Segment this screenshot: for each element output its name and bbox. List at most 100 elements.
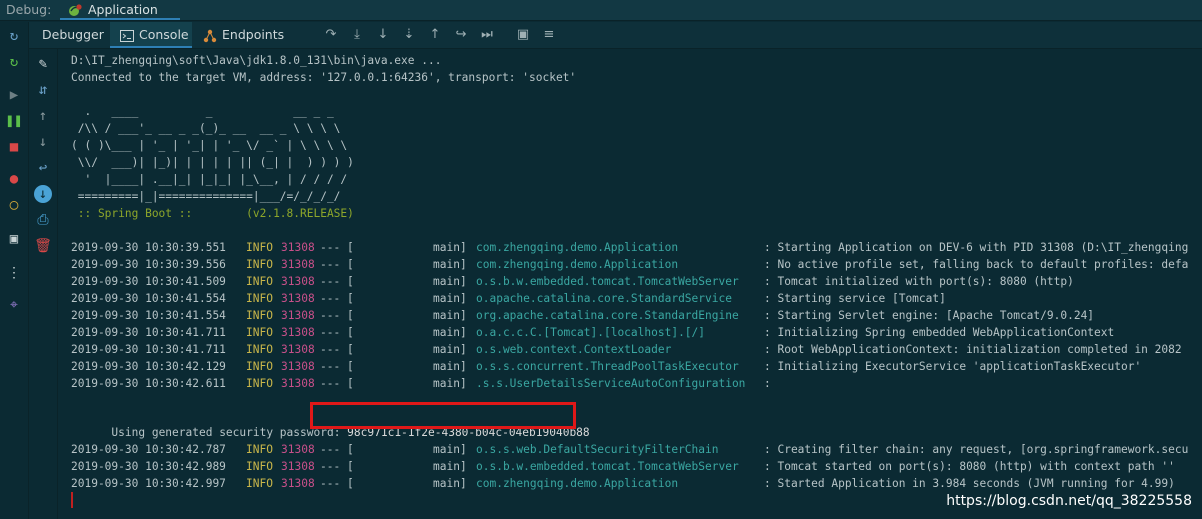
log-line: 2019-09-30 10:30:42.129 INFO 31308 --- [mai… (71, 358, 1201, 375)
log-separator: --- [ (320, 443, 354, 456)
view-breakpoints-icon[interactable]: ● (5, 170, 23, 188)
run-config-label: Application (88, 2, 158, 17)
tab-debugger-label: Debugger (42, 27, 104, 42)
connected-line: Connected to the target VM, address: '12… (71, 71, 577, 84)
tab-endpoints-label: Endpoints (222, 27, 285, 42)
log-level: INFO (246, 309, 273, 322)
log-line: 2019-09-30 10:30:39.551 INFO 31308 --- [mai… (71, 239, 1201, 256)
console-actions-gutter: ✎ ⇵ ↑ ↓ ↩ ↓ ⎙ 🗑 (29, 49, 58, 519)
trash-icon[interactable]: 🗑 (34, 237, 52, 255)
log-separator: --- [ (320, 292, 354, 305)
log-thread: main] (433, 258, 467, 271)
more-options-icon[interactable]: ⋮ (5, 264, 23, 282)
log-logger[interactable]: o.s.web.context.ContextLoader (476, 341, 671, 358)
log-logger[interactable]: org.apache.catalina.core.StandardEngine (476, 307, 739, 324)
banner-line: ( ( )\___ | '_ | '_| | '_ \/ _` | \ \ \ … (71, 139, 348, 152)
log-separator: --- [ (320, 258, 354, 271)
restart-icon[interactable]: ↻ (5, 53, 23, 71)
console-icon (120, 29, 134, 42)
log-timestamp: 2019-09-30 10:30:41.711 (71, 343, 226, 356)
log-pid: 31308 (281, 292, 315, 305)
log-logger[interactable]: o.s.b.w.embedded.tomcat.TomcatWebServer (476, 273, 739, 290)
pin-icon[interactable]: ⌖ (5, 296, 23, 314)
log-pid: 31308 (281, 309, 315, 322)
log-timestamp: 2019-09-30 10:30:42.129 (71, 360, 226, 373)
log-logger[interactable]: com.zhengqing.demo.Application (476, 256, 678, 273)
up-arrow-icon[interactable]: ↑ (34, 107, 52, 125)
log-level: INFO (246, 460, 273, 473)
trace-icon[interactable]: ≡ (540, 26, 558, 44)
log-logger[interactable]: o.s.s.concurrent.ThreadPoolTaskExecutor (476, 358, 739, 375)
step-over-icon[interactable]: ⤓ (348, 26, 366, 44)
mute-breakpoints-icon[interactable]: ◯ (5, 196, 23, 214)
drop-frame-icon[interactable]: ↪ (452, 26, 470, 44)
log-level: INFO (246, 477, 273, 490)
sort-icon[interactable]: ⇵ (34, 81, 52, 99)
log-logger[interactable]: o.apache.catalina.core.StandardService (476, 290, 732, 307)
banner-line: /\\ / ___'_ __ _ _(_)_ __ __ _ \ \ \ \ (71, 122, 341, 135)
log-pid: 31308 (281, 443, 315, 456)
log-logger[interactable]: com.zhengqing.demo.Application (476, 239, 678, 256)
soft-wrap-icon[interactable]: ↩ (34, 159, 52, 177)
resume-icon[interactable]: ▶ (5, 86, 23, 104)
log-thread: main] (433, 326, 467, 339)
log-pid: 31308 (281, 343, 315, 356)
log-message: : (764, 377, 771, 390)
tab-console-label: Console (139, 27, 189, 42)
log-logger[interactable]: o.a.c.c.C.[Tomcat].[localhost].[/] (476, 324, 705, 341)
debug-title-bar: Debug: Application (0, 0, 1202, 21)
command-line: D:\IT_zhengqing\soft\Java\jdk1.8.0_131\b… (71, 54, 442, 67)
log-thread: main] (433, 460, 467, 473)
log-pid: 31308 (281, 258, 315, 271)
log-message: : No active profile set, falling back to… (764, 258, 1189, 271)
spring-boot-icon (69, 4, 82, 16)
tab-endpoints[interactable]: Endpoints (203, 22, 284, 48)
log-line: 2019-09-30 10:30:41.509 INFO 31308 --- [mai… (71, 273, 1201, 290)
log-thread: main] (433, 292, 467, 305)
pause-icon[interactable]: ❚❚ (5, 112, 23, 130)
evaluate-expression-icon[interactable]: ▣ (514, 26, 532, 44)
camera-icon[interactable]: ▣ (5, 230, 23, 248)
down-arrow-icon[interactable]: ↓ (34, 133, 52, 151)
scroll-to-end-icon[interactable]: ↓ (34, 185, 52, 203)
step-out-icon[interactable]: ↑ (426, 26, 444, 44)
log-thread: main] (433, 477, 467, 490)
watermark: https://blog.csdn.net/qq_38225558 (946, 493, 1192, 509)
step-into-icon[interactable]: ↓ (374, 26, 392, 44)
banner-line: =========|_|==============|___/=/_/_/_/ (71, 190, 341, 203)
log-separator: --- [ (320, 326, 354, 339)
log-pid: 31308 (281, 326, 315, 339)
log-pid: 31308 (281, 377, 315, 390)
log-line: 2019-09-30 10:30:41.711 INFO 31308 --- [mai… (71, 341, 1201, 358)
log-message: : Tomcat started on port(s): 8080 (http)… (764, 460, 1175, 473)
run-to-cursor-icon[interactable]: ⏭ (478, 26, 496, 44)
debug-label: Debug: (6, 2, 52, 17)
spring-boot-version-line: :: Spring Boot :: (v2.1.8.RELEASE) (71, 207, 354, 220)
log-separator: --- [ (320, 377, 354, 390)
debug-toolbar: Debugger Console Endpoints ↷ ⤓ ↓ ⇣ ↑ ↪ ⏭… (0, 22, 1202, 49)
tab-console[interactable]: Console (110, 22, 192, 48)
run-config-tab[interactable]: Application (60, 0, 180, 20)
rerun-icon[interactable]: ↻ (5, 27, 23, 45)
print-icon[interactable]: ⎙ (34, 211, 52, 229)
log-timestamp: 2019-09-30 10:30:42.787 (71, 443, 226, 456)
log-logger[interactable]: com.zhengqing.demo.Application (476, 475, 678, 492)
log-message: : Started Application in 3.984 seconds (… (764, 477, 1175, 490)
stop-icon[interactable]: ■ (5, 138, 23, 156)
log-pid: 31308 (281, 241, 315, 254)
show-execution-point-icon[interactable]: ↷ (322, 26, 340, 44)
log-line: 2019-09-30 10:30:42.611 INFO 31308 --- [mai… (71, 375, 1201, 392)
force-step-into-icon[interactable]: ⇣ (400, 26, 418, 44)
console-output[interactable]: D:\IT_zhengqing\soft\Java\jdk1.8.0_131\b… (58, 49, 1202, 519)
log-logger[interactable]: o.s.s.web.DefaultSecurityFilterChain (476, 441, 718, 458)
log-pid: 31308 (281, 460, 315, 473)
clear-all-icon[interactable]: ✎ (34, 55, 52, 73)
log-message: : Starting Servlet engine: [Apache Tomca… (764, 309, 1095, 322)
endpoints-icon (203, 29, 217, 42)
log-separator: --- [ (320, 309, 354, 322)
log-logger[interactable]: .s.s.UserDetailsServiceAutoConfiguration (476, 375, 745, 392)
log-separator: --- [ (320, 343, 354, 356)
log-logger[interactable]: o.s.b.w.embedded.tomcat.TomcatWebServer (476, 458, 739, 475)
tab-debugger[interactable]: Debugger (42, 22, 104, 48)
log-thread: main] (433, 309, 467, 322)
